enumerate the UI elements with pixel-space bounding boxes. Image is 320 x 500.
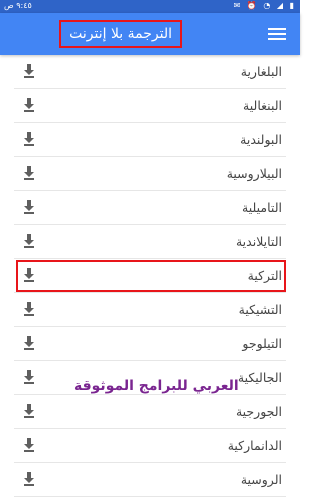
list-item[interactable]: الجورجية <box>0 395 300 429</box>
list-item[interactable]: البنغالية <box>0 89 300 123</box>
status-icons: ✉ ⏰ ◔ ◢ ▮ <box>234 1 296 10</box>
language-name: البلغارية <box>240 64 282 79</box>
list-item[interactable]: التايلاندية <box>0 225 300 259</box>
list-item[interactable]: البيلاروسية <box>0 157 300 191</box>
list-item[interactable]: الروسية <box>0 463 300 497</box>
language-name: الروسية <box>240 472 282 487</box>
status-bar: ٩:٤٥ ص ✉ ⏰ ◔ ◢ ▮ <box>0 0 300 13</box>
language-name: البنغالية <box>243 98 282 113</box>
email-icon: ✉ <box>233 1 243 10</box>
wifi-icon: ◔ <box>263 1 273 10</box>
list-item[interactable]: التاميلية <box>0 191 300 225</box>
download-icon[interactable] <box>22 437 36 453</box>
download-icon[interactable] <box>22 165 36 181</box>
download-icon[interactable] <box>22 267 36 283</box>
list-item[interactable]: التيلوجو <box>0 327 300 361</box>
list-item[interactable]: البلغارية <box>0 55 300 89</box>
download-icon[interactable] <box>22 63 36 79</box>
language-name: البيلاروسية <box>226 166 282 181</box>
status-time: ٩:٤٥ ص <box>4 1 32 10</box>
signal-icon: ◢ <box>276 1 286 10</box>
download-icon[interactable] <box>22 471 36 487</box>
language-name: الجورجية <box>235 404 282 419</box>
highlight-box <box>16 260 286 292</box>
list-item[interactable]: الدانماركية <box>0 429 300 463</box>
download-icon[interactable] <box>22 301 36 317</box>
download-icon[interactable] <box>22 233 36 249</box>
battery-icon: ▮ <box>289 1 296 10</box>
download-icon[interactable] <box>22 369 36 385</box>
download-icon[interactable] <box>22 97 36 113</box>
language-name: الدانماركية <box>227 438 282 453</box>
divider <box>14 496 286 497</box>
language-name: الجاليكية <box>237 370 282 385</box>
alarm-icon: ⏰ <box>246 1 259 10</box>
language-name: التايلاندية <box>235 234 282 249</box>
language-list: البلغارية البنغالية البولندية البيلاروسية ال… <box>0 55 300 497</box>
language-name: التاميلية <box>242 200 282 215</box>
download-icon[interactable] <box>22 403 36 419</box>
list-item[interactable]: التركية <box>0 259 300 293</box>
page-title: الترجمة بلا إنترنت <box>59 20 182 48</box>
app-bar: الترجمة بلا إنترنت <box>0 13 300 55</box>
list-item[interactable]: البولندية <box>0 123 300 157</box>
download-icon[interactable] <box>22 335 36 351</box>
language-name: البولندية <box>240 132 282 147</box>
download-icon[interactable] <box>22 131 36 147</box>
language-name: التشيكية <box>238 302 282 317</box>
download-icon[interactable] <box>22 199 36 215</box>
list-item[interactable]: التشيكية <box>0 293 300 327</box>
watermark: العربي للبرامج الموثوقة <box>74 378 239 394</box>
language-name: التيلوجو <box>242 336 282 351</box>
language-name: التركية <box>247 268 282 283</box>
hamburger-menu-icon[interactable] <box>268 25 286 43</box>
